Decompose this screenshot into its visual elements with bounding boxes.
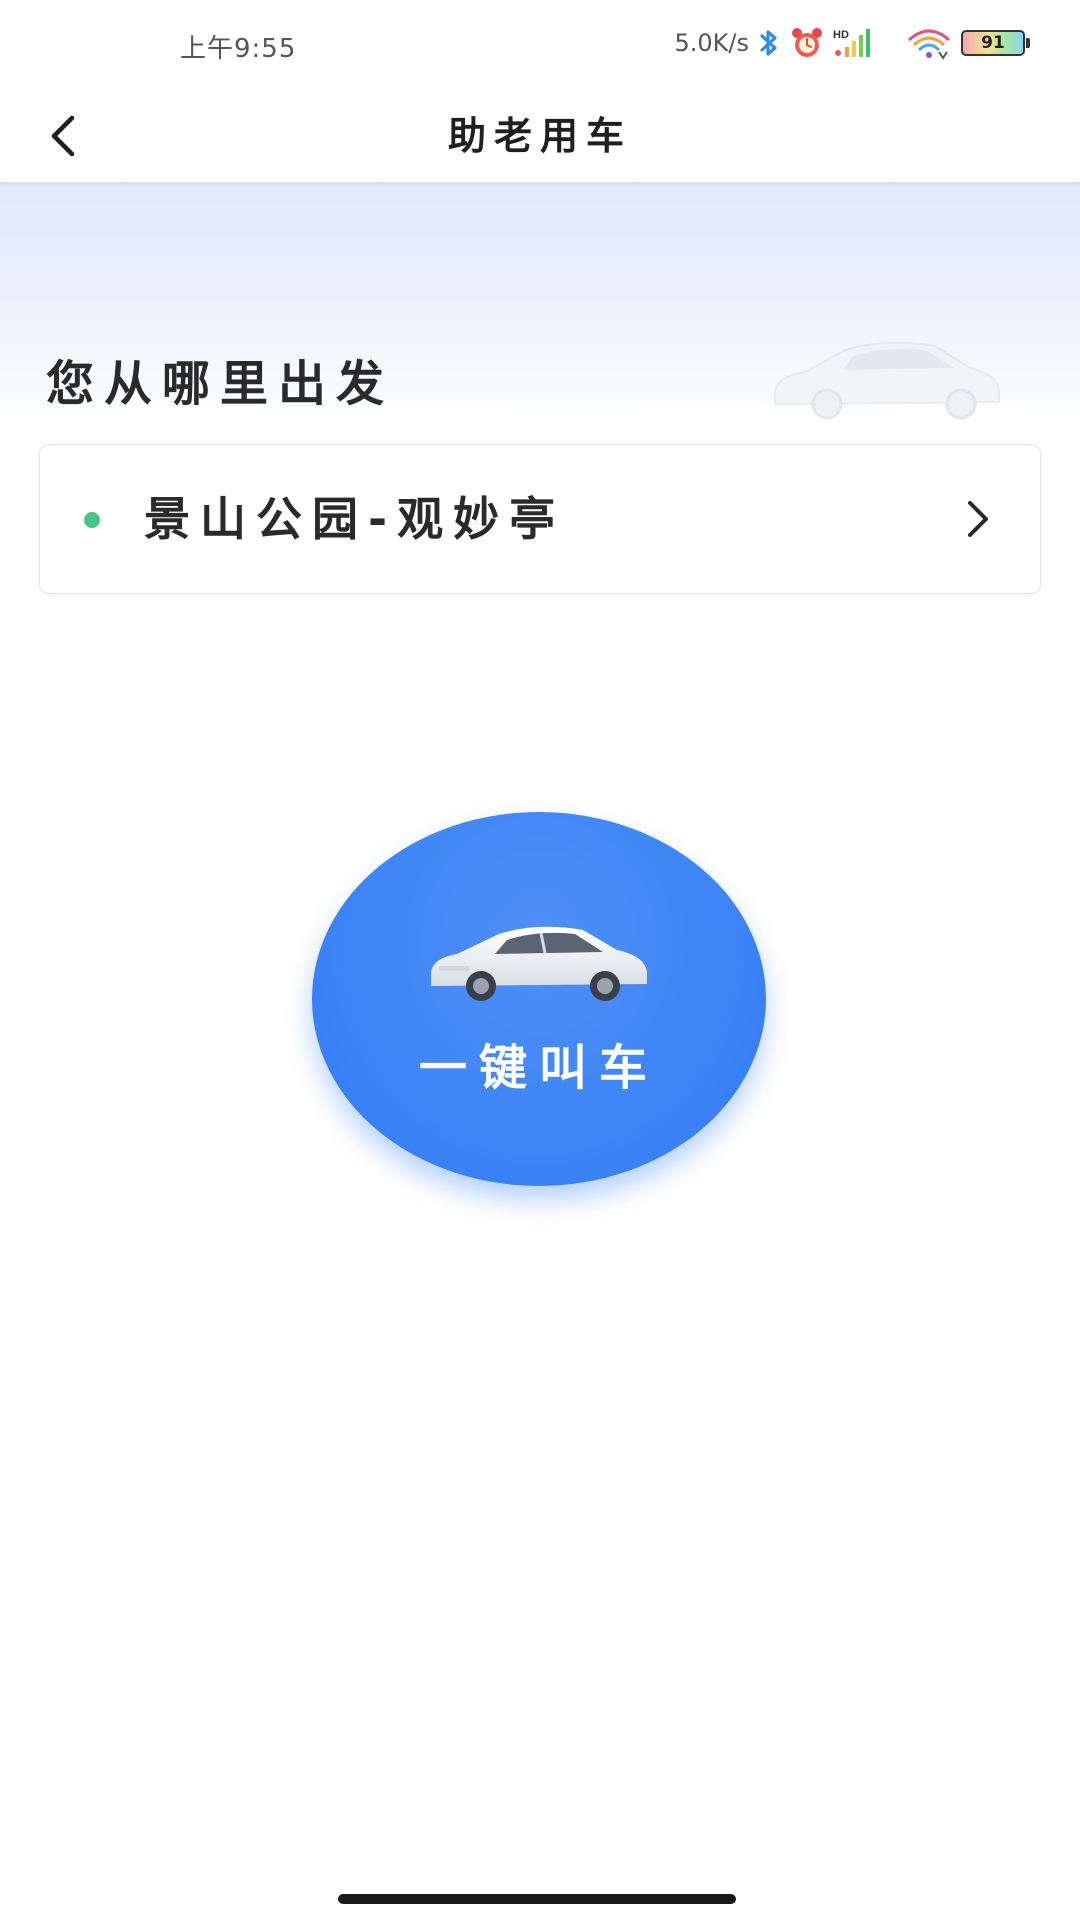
chevron-right-icon: [968, 501, 988, 537]
net-speed: 5.0K/s: [674, 29, 750, 57]
car-icon: [431, 926, 647, 1001]
battery-body: 91: [961, 30, 1025, 56]
status-icons: 5.0K/s HD 91: [674, 26, 1030, 60]
call-car-button[interactable]: 一键叫车: [312, 812, 766, 1186]
battery-level: 91: [981, 33, 1005, 53]
home-indicator[interactable]: [338, 1894, 736, 1904]
departure-location-selector[interactable]: 景山公园-观妙亭: [39, 444, 1041, 594]
battery-icon: 91: [961, 30, 1030, 56]
car-icon: [774, 341, 1000, 420]
screen: 上午9:55 5.0K/s HD 91 助老用车 您从哪里出发 景山公园-观妙亭…: [0, 0, 1080, 1920]
location-dot-icon: [84, 512, 100, 528]
status-time: 上午9:55: [180, 34, 297, 64]
battery-tip: [1026, 38, 1030, 48]
alarm-icon: [789, 27, 825, 59]
svg-text:HD: HD: [833, 29, 849, 41]
status-bar: 上午9:55 5.0K/s HD 91: [0, 0, 1080, 90]
hero-banner: 您从哪里出发: [0, 182, 1080, 422]
call-car-label: 一键叫车: [418, 1040, 659, 1096]
page-title: 助老用车: [447, 114, 632, 158]
hd-signal-icon: HD: [833, 27, 875, 59]
hero-title: 您从哪里出发: [46, 356, 395, 412]
nav-bar: 助老用车: [0, 90, 1080, 182]
wifi-icon: [905, 26, 953, 60]
departure-location-text: 景山公园-观妙亭: [144, 492, 566, 546]
bluetooth-icon: [757, 28, 781, 58]
